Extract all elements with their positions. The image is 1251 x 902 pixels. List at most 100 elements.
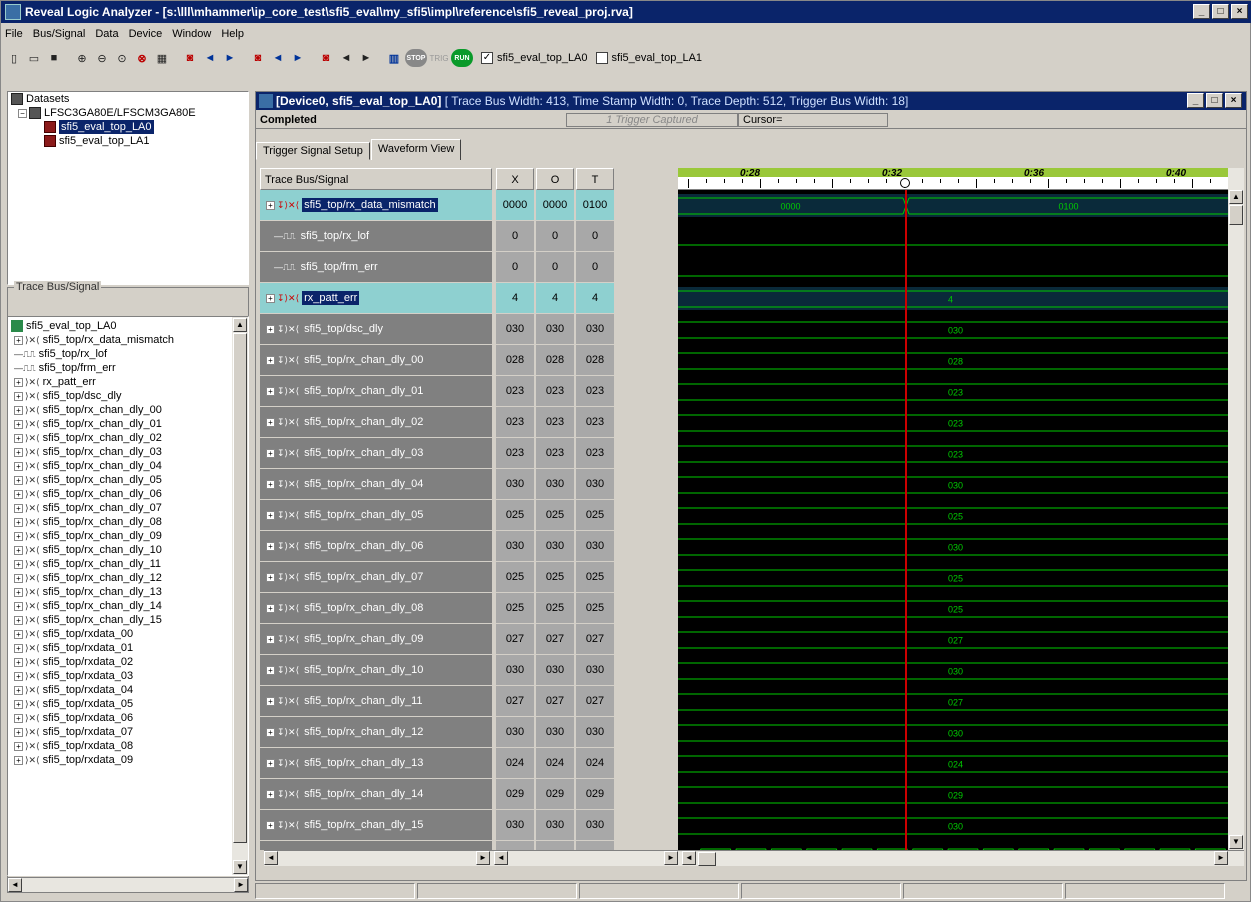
marker-icon[interactable]: ◙ bbox=[249, 49, 267, 67]
signal-row[interactable]: + ↧⟩✕⟨ sfi5_top/rx_chan_dly_00 bbox=[260, 345, 492, 376]
next-marker-icon[interactable]: ► bbox=[289, 49, 307, 67]
expand-icon[interactable]: + bbox=[266, 510, 275, 520]
view-minimize-button[interactable]: _ bbox=[1187, 93, 1204, 108]
dataset-item-la1[interactable]: sfi5_eval_top_LA1 bbox=[8, 134, 248, 148]
signal-tree-item[interactable]: + ⟩✕⟨ sfi5_top/rxdata_00 bbox=[8, 627, 248, 641]
expand-icon[interactable]: + bbox=[14, 475, 23, 485]
maximize-button[interactable]: □ bbox=[1212, 4, 1229, 19]
expand-icon[interactable]: + bbox=[14, 447, 23, 457]
expand-icon[interactable]: + bbox=[14, 405, 23, 415]
waveform-vscroll[interactable]: ▲ ▼ bbox=[1228, 168, 1244, 850]
menu-data[interactable]: Data bbox=[95, 28, 118, 40]
signal-tree-item[interactable]: + ⟩✕⟨ sfi5_top/rx_chan_dly_12 bbox=[8, 571, 248, 585]
scroll-thumb[interactable] bbox=[1229, 205, 1243, 225]
signal-tree-item[interactable]: + ⟩✕⟨ sfi5_top/rx_chan_dly_09 bbox=[8, 529, 248, 543]
expand-icon[interactable]: + bbox=[266, 479, 275, 489]
expand-icon[interactable]: + bbox=[14, 461, 23, 471]
expand-icon[interactable]: + bbox=[14, 531, 23, 541]
expand-icon[interactable]: + bbox=[14, 615, 23, 625]
signal-tree-item[interactable]: + ⟩✕⟨ sfi5_top/rxdata_06 bbox=[8, 711, 248, 725]
signal-tree-item[interactable]: —⎍⎍ sfi5_top/rx_lof bbox=[8, 347, 248, 361]
tab-trigger-signal-setup[interactable]: Trigger Signal Setup bbox=[256, 142, 370, 160]
signal-tree-item[interactable]: + ⟩✕⟨ sfi5_top/rxdata_01 bbox=[8, 641, 248, 655]
expand-icon[interactable]: + bbox=[14, 433, 23, 443]
expand-icon[interactable]: + bbox=[14, 573, 23, 583]
expand-icon[interactable]: + bbox=[266, 200, 275, 210]
signal-row[interactable]: + ↧⟩✕⟨ sfi5_top/rx_chan_dly_06 bbox=[260, 531, 492, 562]
tab-waveform-view[interactable]: Waveform View bbox=[370, 139, 462, 160]
scroll-left-icon[interactable]: ◄ bbox=[264, 851, 278, 865]
expand-icon[interactable]: + bbox=[14, 489, 23, 499]
menu-device[interactable]: Device bbox=[129, 28, 163, 40]
zoom-fit-icon[interactable]: ⊙ bbox=[113, 49, 131, 67]
la1-checkbox[interactable]: sfi5_eval_top_LA1 bbox=[595, 52, 702, 64]
scroll-left-icon[interactable]: ◄ bbox=[8, 878, 22, 892]
expand-icon[interactable]: + bbox=[14, 559, 23, 569]
expand-icon[interactable]: + bbox=[266, 634, 275, 644]
expand-icon[interactable]: + bbox=[14, 335, 23, 345]
signal-row[interactable]: + ↧⟩✕⟨ sfi5_top/rx_chan_dly_15 bbox=[260, 810, 492, 841]
expand-icon[interactable]: + bbox=[266, 820, 275, 830]
signal-tree-item[interactable]: + ⟩✕⟨ sfi5_top/rx_chan_dly_11 bbox=[8, 557, 248, 571]
trigger-icon[interactable]: ◙ bbox=[317, 49, 335, 67]
expand-icon[interactable]: + bbox=[14, 377, 23, 387]
minimize-button[interactable]: _ bbox=[1193, 4, 1210, 19]
expand-icon[interactable]: + bbox=[14, 727, 23, 737]
expand-icon[interactable]: + bbox=[14, 517, 23, 527]
trigger-prev-icon[interactable]: ◄ bbox=[337, 49, 355, 67]
scroll-down-icon[interactable]: ▼ bbox=[233, 860, 247, 874]
signal-tree-item[interactable]: + ⟩✕⟨ sfi5_top/rx_chan_dly_10 bbox=[8, 543, 248, 557]
expand-icon[interactable]: + bbox=[14, 629, 23, 639]
trig-button[interactable]: TRIG bbox=[429, 54, 449, 63]
scroll-up-icon[interactable]: ▲ bbox=[233, 318, 247, 332]
scroll-thumb[interactable] bbox=[233, 333, 247, 843]
expand-icon[interactable]: + bbox=[14, 419, 23, 429]
signal-row[interactable]: + ↧⟩✕⟨ sfi5_top/rx_chan_dly_11 bbox=[260, 686, 492, 717]
signal-row[interactable]: —⎍⎍ sfi5_top/frm_err bbox=[260, 252, 492, 283]
expand-icon[interactable]: + bbox=[14, 755, 23, 765]
scroll-down-icon[interactable]: ▼ bbox=[1229, 835, 1243, 849]
save-icon[interactable]: ■ bbox=[45, 49, 63, 67]
signal-tree-item[interactable]: + ⟩✕⟨ sfi5_top/rx_data_mismatch bbox=[8, 333, 248, 347]
run-button[interactable]: RUN bbox=[451, 49, 473, 67]
signal-tree-item[interactable]: + ⟩✕⟨ sfi5_top/rx_chan_dly_05 bbox=[8, 473, 248, 487]
signal-tree-item[interactable]: + ⟩✕⟨ sfi5_top/rx_chan_dly_15 bbox=[8, 613, 248, 627]
scroll-up-icon[interactable]: ▲ bbox=[1229, 190, 1243, 204]
next-cursor-icon[interactable]: ► bbox=[221, 49, 239, 67]
expand-icon[interactable]: + bbox=[266, 386, 275, 396]
datasets-root[interactable]: Datasets bbox=[8, 92, 248, 106]
expand-icon[interactable]: + bbox=[266, 293, 275, 303]
menu-help[interactable]: Help bbox=[221, 28, 244, 40]
signal-tree-item[interactable]: + ⟩✕⟨ sfi5_top/rxdata_09 bbox=[8, 753, 248, 767]
signal-row[interactable]: +↧⟩✕⟨sfi5_top/rxdata_00 bbox=[260, 841, 492, 850]
expand-icon[interactable]: + bbox=[14, 391, 23, 401]
signal-tree-item[interactable]: + ⟩✕⟨ sfi5_top/rx_chan_dly_04 bbox=[8, 459, 248, 473]
signal-row[interactable]: + ↧⟩✕⟨ sfi5_top/rx_chan_dly_14 bbox=[260, 779, 492, 810]
zoom-in-icon[interactable]: ⊕ bbox=[73, 49, 91, 67]
collapse-icon[interactable]: − bbox=[18, 108, 27, 118]
expand-icon[interactable]: + bbox=[14, 643, 23, 653]
waveform-display[interactable]: 0000 0100 4 030 028 023 023 023 030 025 030 025 025 0… bbox=[678, 190, 1228, 850]
signal-tree-hscroll[interactable]: ◄ ► bbox=[7, 877, 249, 893]
signal-row[interactable]: + ↧⟩✕⟨ sfi5_top/rx_chan_dly_08 bbox=[260, 593, 492, 624]
scroll-left-icon[interactable]: ◄ bbox=[682, 851, 696, 865]
time-ruler[interactable]: 0:28 0:32 0:36 0:40 bbox=[678, 168, 1228, 190]
expand-icon[interactable]: + bbox=[14, 503, 23, 513]
scroll-right-icon[interactable]: ► bbox=[234, 878, 248, 892]
la0-checkbox[interactable]: ✓ sfi5_eval_top_LA0 bbox=[481, 52, 588, 64]
expand-icon[interactable]: + bbox=[266, 758, 275, 768]
scroll-left-icon[interactable]: ◄ bbox=[494, 851, 508, 865]
signal-row[interactable]: + ↧⟩✕⟨ sfi5_top/dsc_dly bbox=[260, 314, 492, 345]
settings-icon[interactable]: ▥ bbox=[385, 49, 403, 67]
signal-tree-item[interactable]: + ⟩✕⟨ sfi5_top/rx_chan_dly_03 bbox=[8, 445, 248, 459]
signal-tree-item[interactable]: + ⟩✕⟨ sfi5_top/rxdata_03 bbox=[8, 669, 248, 683]
scroll-right-icon[interactable]: ► bbox=[664, 851, 678, 865]
dataset-item-la0[interactable]: sfi5_eval_top_LA0 bbox=[8, 120, 248, 134]
signal-tree-item[interactable]: + ⟩✕⟨ sfi5_top/rxdata_07 bbox=[8, 725, 248, 739]
grid-icon[interactable]: ▦ bbox=[153, 49, 171, 67]
zoom-trigger-icon[interactable]: ⊗ bbox=[133, 49, 151, 67]
expand-icon[interactable]: + bbox=[266, 448, 275, 458]
expand-icon[interactable]: + bbox=[266, 727, 275, 737]
expand-icon[interactable]: + bbox=[266, 324, 275, 334]
expand-icon[interactable]: + bbox=[14, 671, 23, 681]
